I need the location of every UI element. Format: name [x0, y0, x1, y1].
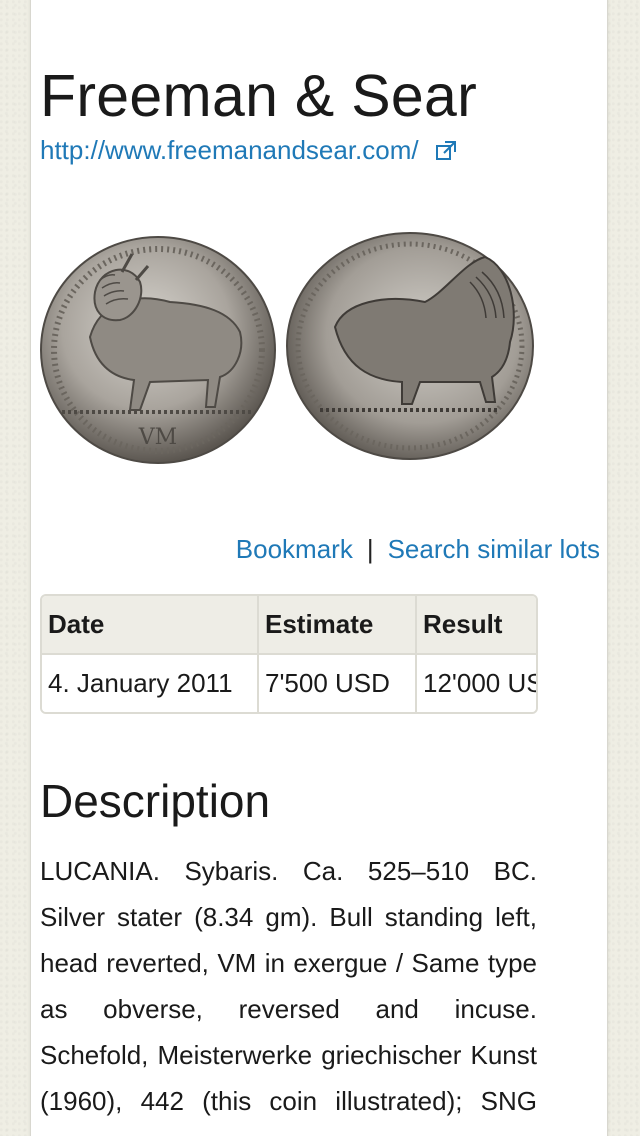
- website-link[interactable]: http://www.freemanandsear.com/: [40, 135, 419, 166]
- column-header-date: Date: [42, 596, 259, 654]
- website-link-row: http://www.freemanandsear.com/: [40, 135, 457, 166]
- cell-result: 12'000 USD: [416, 653, 536, 712]
- table-row: 4. January 2011 7'500 USD 12'000 USD: [42, 653, 536, 712]
- description-heading: Description: [40, 775, 271, 827]
- coin-inscription: VM: [138, 425, 177, 450]
- search-similar-link[interactable]: Search similar lots: [388, 534, 600, 565]
- page-title: Freeman & Sear: [40, 63, 478, 129]
- coin-photo: VM: [40, 232, 536, 472]
- lot-table: Date Estimate Result 4. January 2011 7'5…: [40, 594, 538, 714]
- description-text: LUCANIA. Sybaris. Ca. 525–510 BC. Silver…: [40, 856, 537, 1136]
- bookmark-link[interactable]: Bookmark: [236, 534, 353, 565]
- cell-estimate: 7'500 USD: [258, 653, 417, 712]
- column-header-result: Result: [416, 596, 536, 654]
- table-header-row: Date Estimate Result: [42, 596, 536, 654]
- lot-actions: Bookmark | Search similar lots: [236, 534, 600, 565]
- actions-separator: |: [366, 534, 374, 564]
- external-link-icon[interactable]: [435, 140, 457, 162]
- column-header-estimate: Estimate: [258, 596, 417, 654]
- coin-obverse: VM: [40, 236, 276, 464]
- cell-date: 4. January 2011: [42, 653, 259, 712]
- coin-reverse: [286, 232, 534, 460]
